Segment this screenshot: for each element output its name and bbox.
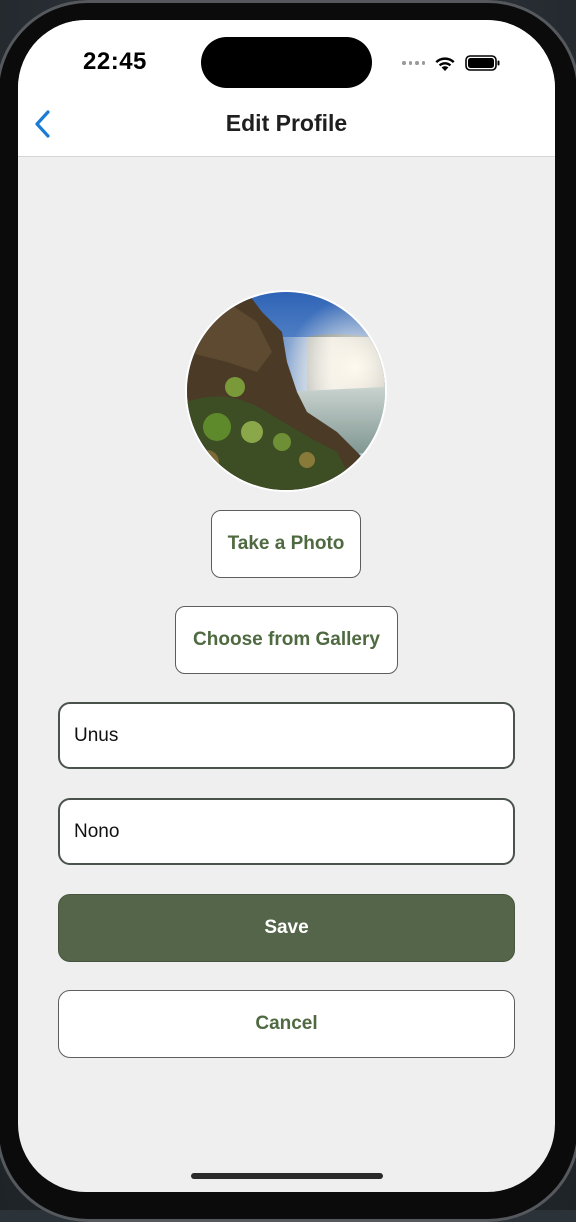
status-time: 22:45 <box>83 48 147 75</box>
dynamic-island <box>201 37 372 88</box>
battery-icon <box>465 54 501 72</box>
first-name-field[interactable]: Unus <box>58 702 515 769</box>
take-photo-button[interactable]: Take a Photo <box>211 510 361 578</box>
choose-from-gallery-button[interactable]: Choose from Gallery <box>175 606 398 674</box>
profile-avatar <box>185 290 387 492</box>
status-icons <box>402 53 501 73</box>
device-frame: 22:45 Edit Profile Take a Photo Choose f… <box>0 0 576 1222</box>
page-title: Edit Profile <box>225 110 348 136</box>
cancel-button[interactable]: Cancel <box>58 990 515 1058</box>
home-indicator[interactable] <box>191 1173 383 1179</box>
navigation-bar: 22:45 Edit Profile <box>18 20 555 157</box>
save-button[interactable]: Save <box>58 894 515 962</box>
app-screen: 22:45 Edit Profile Take a Photo Choose f… <box>18 20 555 1192</box>
signal-dots-icon <box>402 61 425 65</box>
wifi-icon <box>433 54 457 72</box>
last-name-field[interactable]: Nono <box>58 798 515 865</box>
